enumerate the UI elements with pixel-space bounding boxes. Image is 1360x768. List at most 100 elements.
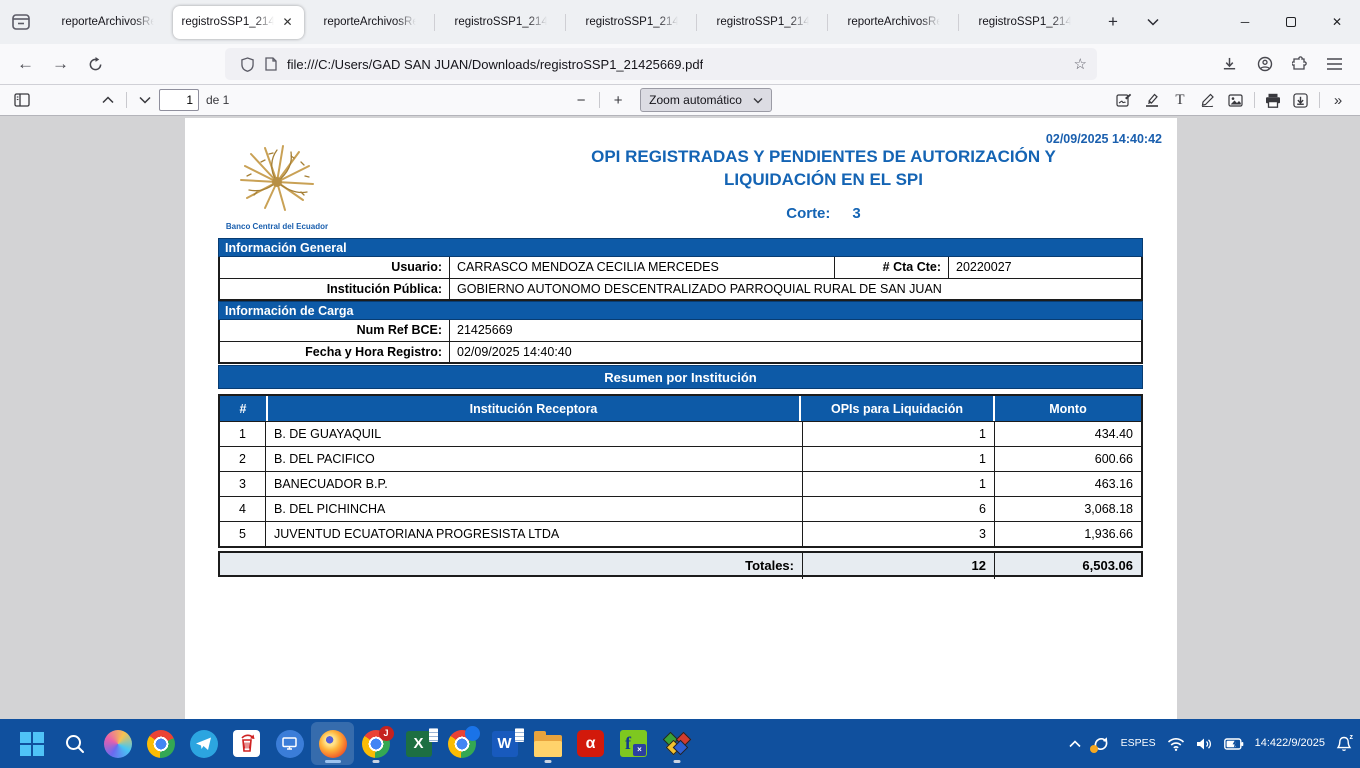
report-title-line1: OPI REGISTRADAS Y PENDIENTES DE AUTORIZA… [485,146,1162,169]
info-carga-table: Num Ref BCE: 21425669 Fecha y Hora Regis… [218,320,1143,364]
extensions-icon[interactable] [1282,48,1317,80]
chrome-button[interactable] [139,722,182,765]
copilot-icon [104,730,132,758]
totales-row: Totales: 12 6,503.06 [218,551,1143,577]
header-institucion: Institución Receptora [268,396,799,421]
volume-icon[interactable] [1196,737,1213,751]
new-tab-button[interactable]: + [1096,5,1130,39]
menu-hamburger-icon[interactable] [1317,48,1352,80]
zoom-out-icon[interactable]: − [567,87,595,113]
bce-logo: Banco Central del Ecuador [221,142,333,231]
battery-icon[interactable] [1224,738,1244,750]
bookmark-star-icon[interactable]: ☆ [1074,55,1087,73]
previous-page-icon[interactable] [94,87,122,113]
print-icon[interactable] [1259,87,1287,113]
browser-tab[interactable]: reporteArchivosRegis [828,6,959,39]
do-not-disturb-z: z [1350,734,1354,741]
row-institucion: JUVENTUD ECUATORIANA PROGRESISTA LTDA [266,522,803,546]
acrobat-button[interactable]: α [569,722,612,765]
browser-tab[interactable]: registroSSP1_2142✕ [173,6,304,39]
text-tool-icon[interactable]: T [1166,87,1194,113]
header-opis: OPIs para Liquidación [801,396,993,421]
browser-tab[interactable]: registroSSP1_214255 [697,6,828,39]
taskbar-clock[interactable]: 14:42 2/9/2025 [1255,737,1325,751]
list-all-tabs-button[interactable] [1136,5,1170,39]
remote-desktop-icon [276,730,304,758]
report-timestamp: 02/09/2025 14:40:42 [1046,132,1162,146]
draw-tool-icon[interactable] [1194,87,1222,113]
browser-tab[interactable]: registroSSP1_214255 [959,6,1090,39]
recycle-app-button[interactable] [225,722,268,765]
copilot-button[interactable] [96,722,139,765]
highlight-tool-icon[interactable] [1138,87,1166,113]
browser-nav-bar: ← → file:///C:/Users/GAD SAN JUAN/Downlo… [0,44,1360,85]
maximize-icon [1286,17,1296,27]
more-tools-icon[interactable]: » [1324,87,1352,113]
pdf-page: 02/09/2025 14:40:42 Banco Central del Ec… [185,118,1177,719]
chrome-profile-2-button[interactable] [440,722,483,765]
browser-tab[interactable]: reporteArchivosRegis [304,6,435,39]
sync-status-icon[interactable] [1092,736,1110,752]
window-maximize-button[interactable] [1268,0,1314,44]
tray-chevron-up-icon[interactable] [1069,740,1081,748]
downloads-icon[interactable] [1212,48,1247,80]
reload-button[interactable] [78,48,113,80]
next-page-icon[interactable] [131,87,159,113]
firefox-button[interactable] [311,722,354,765]
page-info-icon[interactable] [259,57,283,71]
sidebar-toggle-icon[interactable] [8,87,36,113]
forward-button[interactable]: → [43,48,78,80]
bce-logo-graphic [231,142,323,216]
tab-title: registroSSP1_214255 [979,16,1071,28]
search-button[interactable] [53,722,96,765]
clock-time: 14:42 [1255,737,1283,751]
tab-title: registroSSP1_214256 [455,16,547,28]
info-general-table: Usuario: CARRASCO MENDOZA CECILIA MERCED… [218,257,1143,301]
chrome-profile-j-button[interactable]: J [354,722,397,765]
account-icon[interactable] [1247,48,1282,80]
add-image-tool-icon[interactable] [1222,87,1250,113]
url-text[interactable]: file:///C:/Users/GAD SAN JUAN/Downloads/… [287,57,703,72]
tracking-shield-icon[interactable] [235,57,259,72]
browser-tab[interactable]: registroSSP1_214255 [566,6,697,39]
telegram-button[interactable] [182,722,225,765]
resumen-data-row: 1B. DE GUAYAQUIL1434.40 [220,421,1141,446]
back-button[interactable]: ← [8,48,43,80]
system-tray: ESP ES 14:42 2/9/2025 z [1069,719,1352,768]
remote-desktop-button[interactable] [268,722,311,765]
row-monto: 434.40 [995,422,1141,446]
signature-tool-icon[interactable] [1110,87,1138,113]
tab-title: reporteArchivosRegis [848,16,940,28]
usuario-label: Usuario: [220,257,450,278]
blocks-app-button[interactable] [655,722,698,765]
start-button[interactable] [10,722,53,765]
wifi-icon[interactable] [1167,737,1185,751]
file-explorer-icon [534,735,562,757]
language-indicator[interactable]: ESP ES [1121,737,1156,750]
file-explorer-button[interactable] [526,722,569,765]
excel-button[interactable]: X [397,722,440,765]
profile-badge: J [379,726,394,741]
zoom-in-icon[interactable]: + [604,87,632,113]
corte-line: Corte:3 [485,205,1162,222]
usuario-value: CARRASCO MENDOZA CECILIA MERCEDES [450,257,834,278]
firefox-view-icon[interactable] [0,5,42,39]
save-icon[interactable] [1287,87,1315,113]
address-bar[interactable]: file:///C:/Users/GAD SAN JUAN/Downloads/… [225,48,1097,80]
divider [1254,92,1255,108]
pdf-viewer-area[interactable]: 02/09/2025 14:40:42 Banco Central del Ec… [0,116,1360,719]
browser-tab[interactable]: registroSSP1_214256 [435,6,566,39]
finance-app-button[interactable]: f× [612,722,655,765]
page-number-input[interactable] [159,89,199,111]
row-institucion: BANECUADOR B.P. [266,472,803,496]
f-glyph: f [625,733,631,753]
browser-tab[interactable]: reporteArchivosRegis [42,6,173,39]
window-close-button[interactable]: ✕ [1314,0,1360,44]
word-button[interactable]: W [483,722,526,765]
tab-close-icon[interactable]: ✕ [280,14,296,30]
row-institucion: B. DE GUAYAQUIL [266,422,803,446]
window-minimize-button[interactable]: ─ [1222,0,1268,44]
notification-bell-icon[interactable]: z [1336,736,1352,752]
row-opis: 6 [803,497,995,521]
zoom-level-select[interactable]: Zoom automático [640,88,772,112]
